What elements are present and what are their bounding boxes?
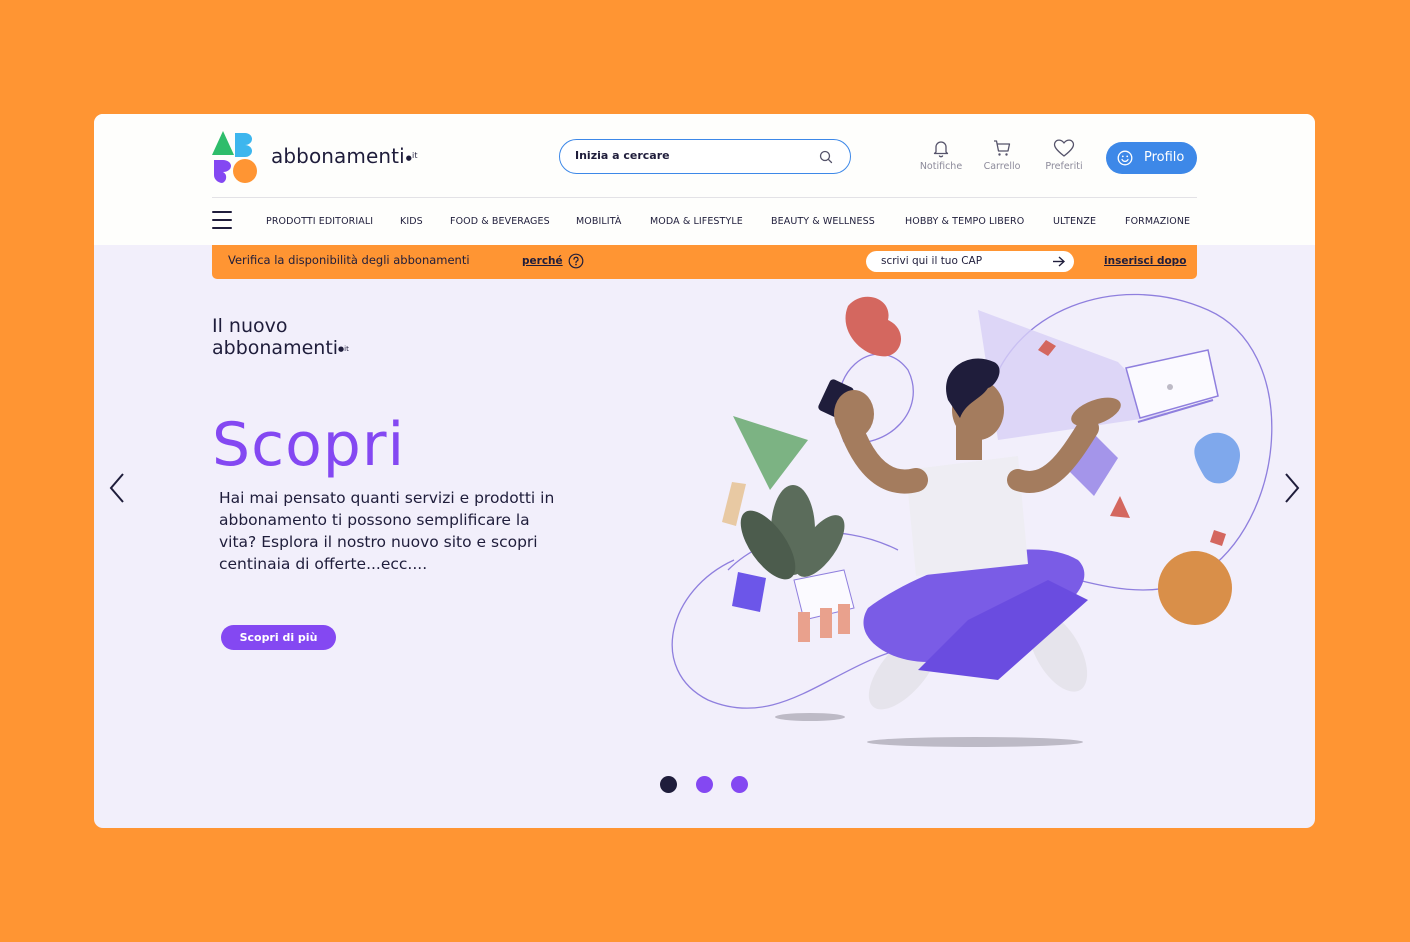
hero-kicker-brand: abbonamenti xyxy=(212,337,339,359)
notifications-button[interactable]: Notifiche xyxy=(906,138,976,172)
favorites-label: Preferiti xyxy=(1045,161,1083,172)
insert-later-link[interactable]: inserisci dopo xyxy=(1104,255,1186,267)
cap-banner: Verifica la disponibilità degli abboname… xyxy=(212,245,1197,279)
carousel-next-icon[interactable] xyxy=(1279,470,1303,506)
nav-item-formazione[interactable]: FORMAZIONE xyxy=(1125,216,1190,227)
hero-headline: Scopri xyxy=(212,410,406,480)
cap-placeholder: scrivi qui il tuo CAP xyxy=(881,255,983,267)
cap-banner-text: Verifica la disponibilità degli abboname… xyxy=(228,253,470,267)
nav-item-mobilita[interactable]: MOBILITÀ xyxy=(576,216,621,227)
menu-icon[interactable] xyxy=(212,211,232,229)
search-input[interactable]: Inizia a cercare xyxy=(559,139,851,174)
hero-kicker-line1: Il nuovo xyxy=(212,315,288,337)
carousel-dot-1[interactable] xyxy=(660,776,677,793)
search-icon[interactable] xyxy=(818,149,834,165)
cap-input[interactable]: scrivi qui il tuo CAP xyxy=(866,251,1074,272)
nav-item-prodotti-editoriali[interactable]: PRODOTTI EDITORIALI xyxy=(266,216,373,227)
profile-label: Profilo xyxy=(1144,150,1185,165)
header-divider xyxy=(212,197,1197,198)
nav-item-beauty-wellness[interactable]: BEAUTY & WELLNESS xyxy=(771,216,875,227)
cart-icon xyxy=(994,140,1011,156)
nav-item-kids[interactable]: KIDS xyxy=(400,216,423,227)
question-icon[interactable] xyxy=(568,253,584,269)
browser-frame: abbonamenti●it Inizia a cercare Notifich… xyxy=(94,114,1315,828)
search-placeholder: Inizia a cercare xyxy=(575,149,670,162)
favorites-button[interactable]: Preferiti xyxy=(1029,138,1099,172)
nav-item-hobby-tempo-libero[interactable]: HOBBY & TEMPO LIBERO xyxy=(905,216,1024,227)
carousel-dot-2[interactable] xyxy=(696,776,713,793)
brand-name[interactable]: abbonamenti●it xyxy=(271,144,418,168)
bell-icon xyxy=(933,141,949,158)
profile-button[interactable]: Profilo xyxy=(1106,142,1197,174)
discover-more-button[interactable]: Scopri di più xyxy=(221,625,336,650)
why-link[interactable]: perché xyxy=(522,255,563,267)
arrow-right-icon[interactable] xyxy=(1052,256,1065,267)
nav-item-food-beverages[interactable]: FOOD & BEVERAGES xyxy=(450,216,550,227)
nav-item-ultenze[interactable]: ULTENZE xyxy=(1053,216,1096,227)
heart-icon xyxy=(1053,139,1075,157)
smiley-icon xyxy=(1117,150,1133,166)
notifications-label: Notifiche xyxy=(919,161,963,172)
carousel-dot-3[interactable] xyxy=(731,776,748,793)
brand-tld: it xyxy=(412,151,418,160)
hero-illustration xyxy=(671,293,1273,747)
cart-label: Carrello xyxy=(983,161,1021,172)
logo-icon[interactable] xyxy=(212,131,258,183)
hero-body: Hai mai pensato quanti servizi e prodott… xyxy=(219,489,555,573)
carousel-prev-icon[interactable] xyxy=(106,470,130,506)
hero-kicker: Il nuovo abbonamenti●it xyxy=(212,315,349,359)
site-header: abbonamenti●it Inizia a cercare Notifich… xyxy=(94,114,1315,245)
nav-item-moda-lifestyle[interactable]: MODA & LIFESTYLE xyxy=(650,216,743,227)
hero-kicker-tld: it xyxy=(344,345,349,353)
brand-text: abbonamenti xyxy=(271,144,405,168)
cart-button[interactable]: Carrello xyxy=(967,138,1037,172)
